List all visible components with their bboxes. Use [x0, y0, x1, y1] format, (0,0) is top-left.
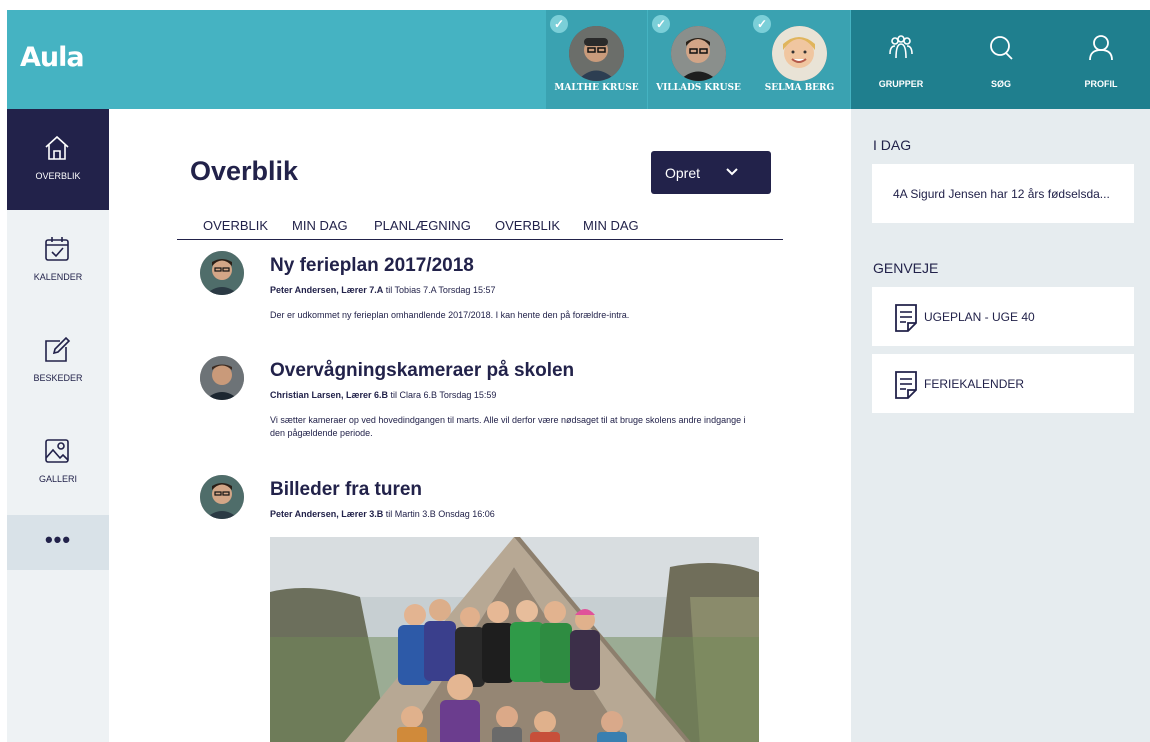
gallery-icon [45, 439, 69, 463]
aula-logo[interactable]: Aula [20, 42, 85, 73]
child-name: VILLADS KRUSE [656, 83, 741, 93]
tab-min-dag[interactable]: MIN DAG [292, 218, 348, 233]
nav-profile-label: PROFIL [1084, 79, 1118, 89]
tab-planlaegning[interactable]: PLANLÆGNING [374, 218, 471, 233]
post-author: Peter Andersen, Lærer 3.B [270, 509, 384, 519]
sidebar-item-label: OVERBLIK [35, 171, 81, 181]
page-title: Overblik [190, 156, 299, 186]
sidebar-item-beskeder[interactable]: BESKEDER [7, 311, 109, 412]
today-card[interactable]: 4A Sigurd Jensen har 12 års fødselsda... [872, 164, 1134, 223]
author-avatar [200, 475, 244, 519]
sidebar-item-label: GALLERI [38, 474, 78, 484]
post-recipient-time: til Martin 3.B Onsdag 16:06 [383, 509, 495, 519]
app-frame: Aula ✓ MALTHE KRUSE ✓ VILLADS KRUSE ✓ SE… [7, 10, 1150, 742]
shortcut-feriekalender[interactable]: FERIEKALENDER [872, 354, 1134, 413]
left-sidebar: OVERBLIK KALENDER BESKEDER GALLERI ••• [7, 109, 109, 742]
tab-bar: OVERBLIK MIN DAG PLANLÆGNING OVERBLIK MI… [177, 216, 783, 240]
post-meta: Peter Andersen, Lærer 3.B til Martin 3.B… [270, 509, 495, 519]
groups-icon [889, 35, 913, 59]
post-meta: Christian Larsen, Lærer 6.B til Clara 6.… [270, 390, 496, 400]
sidebar-item-overblik[interactable]: OVERBLIK [7, 109, 109, 210]
author-avatar [200, 251, 244, 295]
child-name: SELMA BERG [764, 83, 835, 93]
author-avatar [200, 356, 244, 400]
post-body: Der er udkommet ny ferieplan omhandlende… [270, 310, 630, 320]
child-selector-villads[interactable]: ✓ VILLADS KRUSE [648, 10, 749, 109]
right-panel: I DAG 4A Sigurd Jensen har 12 års fødsel… [851, 109, 1150, 742]
nav-profile[interactable]: PROFIL [1051, 10, 1150, 109]
sidebar-item-kalender[interactable]: KALENDER [7, 210, 109, 311]
child-avatar [569, 26, 624, 81]
post-body: Vi sætter kameraer op ved hovedindgangen… [270, 415, 746, 438]
post-meta: Peter Andersen, Lærer 7.A til Tobias 7.A… [270, 285, 495, 295]
child-selector-malthe[interactable]: ✓ MALTHE KRUSE [546, 10, 647, 109]
top-navigation: GRUPPER SØG PROFIL [851, 10, 1150, 109]
calendar-icon [45, 237, 69, 261]
shortcut-ugeplan[interactable]: UGEPLAN - UGE 40 [872, 287, 1134, 346]
today-item-text: 4A Sigurd Jensen har 12 års fødselsda... [893, 187, 1110, 201]
sidebar-more-button[interactable]: ••• [7, 515, 109, 570]
checkmark-icon: ✓ [652, 15, 670, 33]
child-selector-selma[interactable]: ✓ SELMA BERG [749, 10, 850, 109]
post-author: Peter Andersen, Lærer 7.A [270, 285, 384, 295]
shortcuts-heading: GENVEJE [873, 260, 939, 276]
document-icon [895, 371, 917, 399]
tab-overblik-2[interactable]: OVERBLIK [495, 218, 560, 233]
post-title[interactable]: Ny ferieplan 2017/2018 [270, 255, 474, 277]
home-icon [45, 135, 69, 160]
document-icon [895, 304, 917, 332]
create-button[interactable]: Opret [651, 151, 771, 194]
sidebar-item-label: BESKEDER [33, 373, 83, 383]
nav-groups-label: GRUPPER [878, 79, 924, 89]
profile-icon [1089, 35, 1113, 61]
shortcut-label: UGEPLAN - UGE 40 [924, 310, 1035, 324]
tab-min-dag-2[interactable]: MIN DAG [583, 218, 639, 233]
post-recipient-time: til Clara 6.B Torsdag 15:59 [388, 390, 497, 400]
main-content: Overblik Opret OVERBLIK MIN DAG PLANLÆGN… [109, 109, 851, 742]
checkmark-icon: ✓ [550, 15, 568, 33]
nav-groups[interactable]: GRUPPER [851, 10, 951, 109]
top-header: Aula ✓ MALTHE KRUSE ✓ VILLADS KRUSE ✓ SE… [7, 10, 1150, 109]
sidebar-item-galleri[interactable]: GALLERI [7, 412, 109, 513]
today-heading: I DAG [873, 137, 912, 153]
post-title[interactable]: Overvågningskameraer på skolen [270, 360, 574, 382]
create-button-label: Opret [665, 165, 701, 181]
chevron-down-icon [726, 168, 738, 176]
child-avatar [671, 26, 726, 81]
post-author: Christian Larsen, Lærer 6.B [270, 390, 389, 400]
tab-overblik[interactable]: OVERBLIK [203, 218, 268, 233]
child-name: MALTHE KRUSE [554, 83, 639, 93]
checkmark-icon: ✓ [753, 15, 771, 33]
nav-search-label: SØG [990, 79, 1011, 89]
shortcut-label: FERIEKALENDER [924, 377, 1025, 391]
search-icon [990, 36, 1013, 60]
post-title[interactable]: Billeder fra turen [270, 479, 422, 501]
child-avatar [772, 26, 827, 81]
nav-search[interactable]: SØG [951, 10, 1051, 109]
post-photo[interactable] [270, 537, 759, 742]
compose-icon [45, 336, 71, 362]
sidebar-item-label: KALENDER [33, 272, 83, 282]
post-recipient-time: til Tobias 7.A Torsdag 15:57 [383, 285, 496, 295]
